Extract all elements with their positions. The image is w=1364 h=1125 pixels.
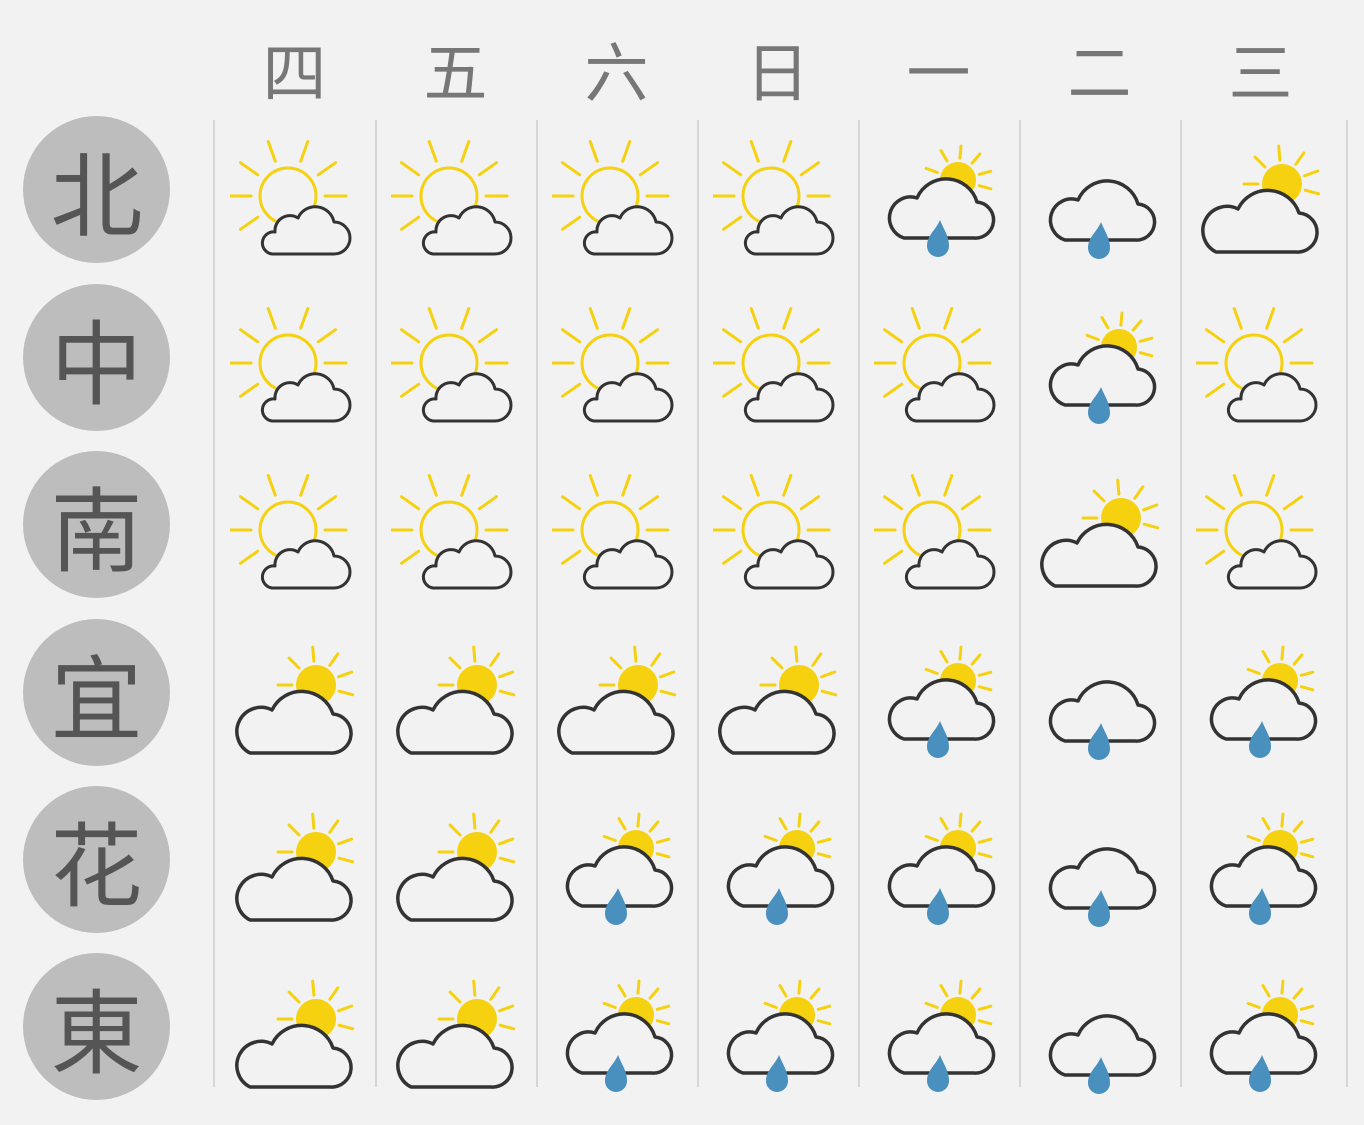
forecast-cell <box>375 956 536 1123</box>
forecast-cell <box>214 622 375 789</box>
sunny-cloudy-icon <box>390 139 521 270</box>
forecast-cell <box>697 288 858 455</box>
sunny-cloudy-icon <box>390 473 521 604</box>
forecast-cell <box>536 622 697 789</box>
cloudy-rain-sun-icon <box>552 808 682 938</box>
sunny-cloudy-icon <box>551 306 682 437</box>
cloudy-rain-icon <box>1035 808 1165 938</box>
sunny-cloudy-icon <box>873 473 1004 604</box>
sunny-cloudy-icon <box>712 306 843 437</box>
cloudy-sun-icon <box>391 641 521 771</box>
forecast-cell <box>1019 789 1180 956</box>
cloudy-rain-sun-icon <box>552 975 682 1105</box>
cloudy-rain-sun-icon <box>1196 641 1326 771</box>
forecast-cell <box>858 956 1019 1123</box>
cloudy-rain-sun-icon <box>874 140 1004 270</box>
forecast-cell <box>536 956 697 1123</box>
forecast-cell <box>214 789 375 956</box>
sunny-cloudy-icon <box>1195 473 1326 604</box>
sunny-cloudy-icon <box>873 306 1004 437</box>
cloudy-sun-icon <box>1196 140 1326 270</box>
column-divider <box>1346 120 1348 1087</box>
cloudy-rain-sun-icon <box>713 975 843 1105</box>
forecast-cell <box>536 455 697 622</box>
region-label: 北 <box>23 116 170 263</box>
forecast-cell <box>858 622 1019 789</box>
forecast-cell <box>375 288 536 455</box>
forecast-cell <box>375 622 536 789</box>
forecast-cell <box>1180 956 1341 1123</box>
forecast-cell <box>1180 789 1341 956</box>
forecast-cell <box>1180 455 1341 622</box>
forecast-cell <box>858 455 1019 622</box>
cloudy-rain-sun-icon <box>874 641 1004 771</box>
cloudy-rain-icon <box>1035 975 1165 1105</box>
forecast-cell <box>536 288 697 455</box>
cloudy-rain-icon <box>1035 641 1165 771</box>
cloudy-sun-icon <box>391 975 521 1105</box>
cloudy-sun-icon <box>552 641 682 771</box>
cloudy-sun-icon <box>1035 474 1165 604</box>
forecast-cell <box>697 956 858 1123</box>
forecast-cell <box>1019 956 1180 1123</box>
region-label: 中 <box>23 284 170 431</box>
sunny-cloudy-icon <box>229 139 360 270</box>
forecast-cell <box>214 121 375 288</box>
sunny-cloudy-icon <box>712 473 843 604</box>
forecast-cell <box>1019 622 1180 789</box>
sunny-cloudy-icon <box>712 139 843 270</box>
cloudy-rain-sun-icon <box>713 808 843 938</box>
forecast-cell <box>1019 288 1180 455</box>
forecast-cell <box>1019 455 1180 622</box>
forecast-cell <box>214 956 375 1123</box>
cloudy-sun-icon <box>713 641 843 771</box>
sunny-cloudy-icon <box>551 139 682 270</box>
cloudy-rain-sun-icon <box>1196 808 1326 938</box>
region-label: 宜 <box>23 619 170 766</box>
forecast-cell <box>536 121 697 288</box>
forecast-cell <box>858 789 1019 956</box>
forecast-cell <box>536 789 697 956</box>
forecast-cell <box>375 455 536 622</box>
cloudy-rain-icon <box>1035 140 1165 270</box>
forecast-cell <box>214 288 375 455</box>
sunny-cloudy-icon <box>1195 306 1326 437</box>
forecast-cell <box>697 789 858 956</box>
cloudy-sun-icon <box>230 808 360 938</box>
cloudy-rain-sun-icon <box>874 808 1004 938</box>
region-label: 花 <box>23 786 170 933</box>
cloudy-sun-icon <box>230 975 360 1105</box>
cloudy-rain-sun-icon <box>1035 307 1165 437</box>
day-header: 一 <box>906 38 971 112</box>
day-header: 六 <box>584 38 649 112</box>
day-header: 四 <box>262 38 327 112</box>
forecast-cell <box>1180 622 1341 789</box>
cloudy-sun-icon <box>391 808 521 938</box>
forecast-cell <box>1019 121 1180 288</box>
forecast-cell <box>858 288 1019 455</box>
sunny-cloudy-icon <box>229 473 360 604</box>
region-label: 東 <box>23 953 170 1100</box>
forecast-cell <box>375 121 536 288</box>
forecast-cell <box>1180 121 1341 288</box>
forecast-cell <box>697 455 858 622</box>
day-header: 三 <box>1228 38 1293 112</box>
forecast-cell <box>1180 288 1341 455</box>
cloudy-sun-icon <box>230 641 360 771</box>
cloudy-rain-sun-icon <box>1196 975 1326 1105</box>
day-header: 日 <box>745 38 810 112</box>
sunny-cloudy-icon <box>551 473 682 604</box>
forecast-cell <box>697 121 858 288</box>
sunny-cloudy-icon <box>229 306 360 437</box>
forecast-cell <box>214 455 375 622</box>
sunny-cloudy-icon <box>390 306 521 437</box>
day-header: 五 <box>423 38 488 112</box>
forecast-cell <box>858 121 1019 288</box>
forecast-cell <box>697 622 858 789</box>
cloudy-rain-sun-icon <box>874 975 1004 1105</box>
region-label: 南 <box>23 451 170 598</box>
forecast-cell <box>375 789 536 956</box>
day-header: 二 <box>1067 38 1132 112</box>
